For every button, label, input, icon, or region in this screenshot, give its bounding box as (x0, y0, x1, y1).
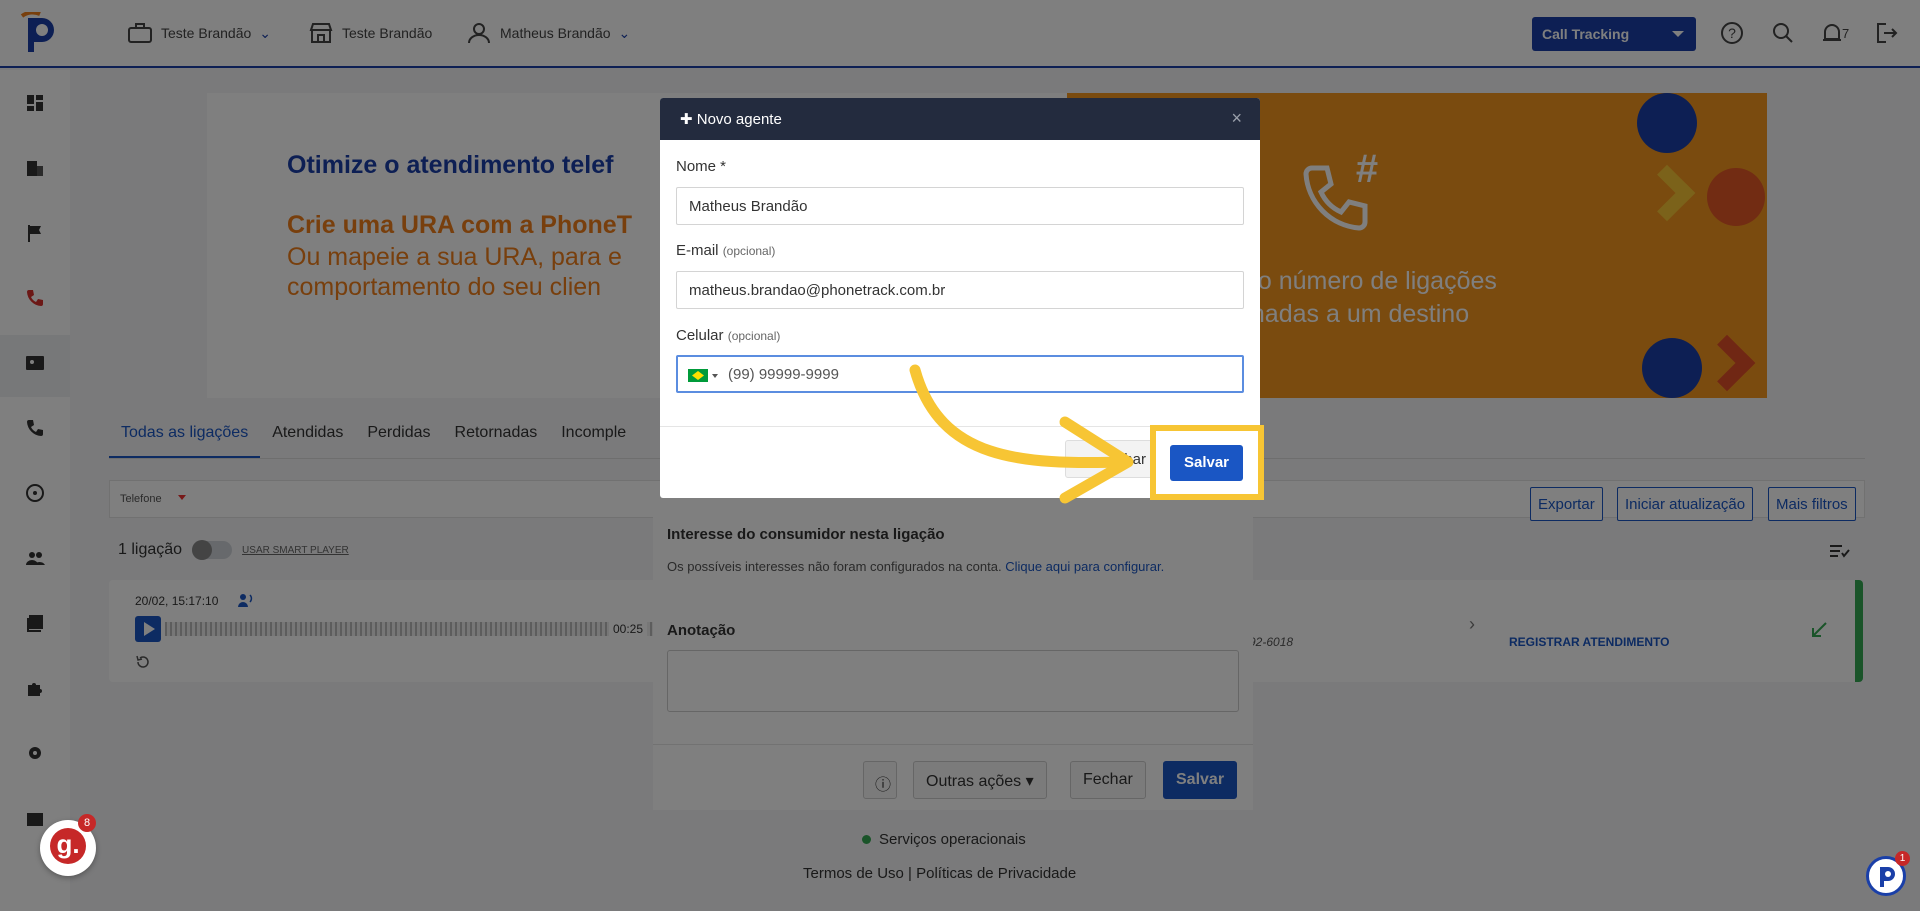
pointer-arrow (909, 364, 1134, 504)
email-field[interactable]: matheus.brandao@phonetrack.com.br (676, 271, 1244, 309)
plus-icon: ✚ (680, 111, 693, 128)
phone-placeholder: (99) 99999-9999 (728, 366, 839, 383)
name-label: Nome * (676, 158, 727, 175)
modal-header: ✚ Novo agente × (660, 98, 1260, 140)
phone-label-text: Celular (676, 327, 724, 344)
phone-optional: (opcional) (727, 329, 781, 343)
email-label: E-mail (opcional) (676, 242, 775, 259)
p-badge: 1 (1895, 851, 1910, 866)
phone-label: Celular (opcional) (676, 327, 780, 344)
name-field[interactable]: Matheus Brandão (676, 187, 1244, 225)
caret-down-icon (712, 374, 718, 378)
modal-title: Novo agente (696, 111, 782, 128)
g-badge: 8 (78, 814, 96, 832)
phonetrack-chat-icon (1880, 867, 1895, 887)
modal-save-button[interactable]: Salvar (1170, 445, 1243, 481)
brazil-flag-icon[interactable] (688, 369, 708, 382)
email-label-text: E-mail (676, 242, 719, 259)
g-logo: g. (50, 828, 86, 864)
email-optional: (opcional) (722, 244, 776, 258)
chat-bubble-g[interactable]: g. 8 (40, 814, 96, 876)
chat-bubble-p[interactable]: 1 (1866, 851, 1910, 896)
close-icon[interactable]: × (1231, 108, 1242, 129)
